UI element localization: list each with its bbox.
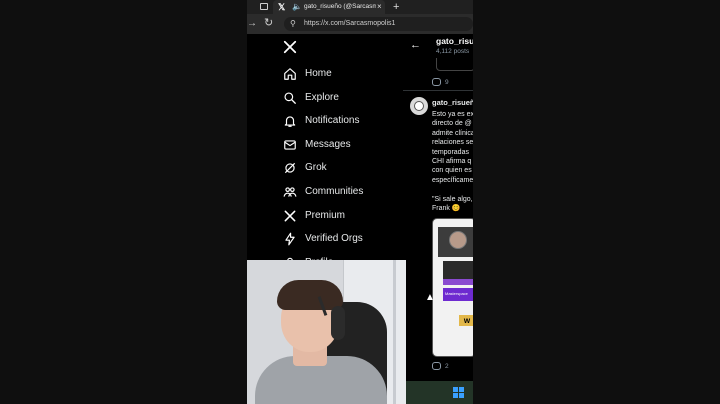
sidebar-item-label: Explore — [305, 92, 339, 103]
search-icon — [284, 92, 296, 104]
sidebar-item-label: Verified Orgs — [305, 233, 363, 244]
url-text: https://x.com/Sarcasmopolis1 — [304, 20, 396, 27]
sidebar-item-label: Premium — [305, 210, 346, 221]
bell-icon — [284, 116, 296, 127]
post-author[interactable]: gato_risueñ — [432, 98, 473, 107]
mouse-cursor-icon: ▲ — [425, 292, 435, 303]
browser-tab[interactable]: 𝕏 🔈 gato_risueño (@Sarcasmopolis1) × — [273, 0, 385, 14]
post-line: temporadas — [432, 148, 469, 156]
back-arrow-icon[interactable]: ← — [410, 39, 421, 51]
avatar[interactable] — [410, 97, 428, 115]
sidebar-item-communities[interactable]: Communities — [283, 183, 363, 201]
address-bar-row: → ↻ ⚲ https://x.com/Sarcasmopolis1 — [247, 14, 473, 35]
sidebar-item-label: Communities — [305, 186, 364, 197]
post-line: admite clínica — [432, 129, 473, 137]
profile-timeline: ← gato_risueñ 4,112 posts 9 gato_risueñ … — [403, 34, 473, 404]
webcam-background-detail — [393, 260, 396, 404]
reply-count: 2 — [445, 362, 449, 370]
post-media[interactable]: Masterspace w — [432, 218, 473, 357]
previous-post-media[interactable] — [436, 58, 473, 71]
post-divider — [403, 90, 473, 91]
sidebar-item-verified-orgs[interactable]: Verified Orgs — [283, 230, 363, 248]
url-field[interactable]: ⚲ https://x.com/Sarcasmopolis1 — [284, 17, 473, 31]
media-image — [443, 279, 473, 285]
close-tab-icon[interactable]: × — [377, 2, 382, 12]
screen-recording: 𝕏 🔈 gato_risueño (@Sarcasmopolis1) × + →… — [247, 0, 473, 404]
media-banner-text: Masterspace — [445, 291, 468, 296]
media-logo: w — [459, 315, 473, 326]
post-line: con quien es — [432, 167, 472, 175]
sidebar-item-notifications[interactable]: Notifications — [283, 112, 359, 130]
site-info-icon[interactable]: ⚲ — [290, 18, 296, 30]
streamer-hair — [277, 280, 343, 310]
post-line: específicame — [432, 176, 473, 184]
x-logo-icon[interactable] — [283, 40, 297, 54]
reload-icon[interactable]: ↻ — [264, 17, 273, 30]
headset-icon — [331, 306, 345, 340]
x-favicon-icon: 𝕏 — [278, 2, 286, 12]
post-line: "Si sale algo, — [432, 195, 473, 203]
tab-title: gato_risueño (@Sarcasmopolis1) — [304, 3, 376, 10]
tab-actions-icon[interactable] — [260, 3, 268, 10]
windows-start-icon[interactable] — [453, 387, 464, 398]
reply-count: 9 — [445, 78, 449, 86]
post-line — [432, 185, 473, 194]
lightning-icon — [285, 232, 295, 246]
people-icon — [283, 187, 297, 197]
previous-post-reply[interactable]: 9 — [432, 78, 449, 86]
profile-header: ← gato_risueñ 4,112 posts — [403, 34, 473, 58]
sidebar-item-home[interactable]: Home — [283, 65, 332, 83]
sidebar-item-premium[interactable]: Premium — [283, 207, 345, 225]
sidebar-item-messages[interactable]: Messages — [283, 136, 351, 154]
post-text: Esto ya es ex directo de @ admite clínic… — [432, 110, 473, 213]
post-count: 4,112 posts — [436, 48, 470, 55]
sidebar-item-label: Messages — [305, 139, 351, 150]
x-logo-icon — [284, 210, 296, 222]
sidebar-item-explore[interactable]: Explore — [283, 89, 339, 107]
post-reply[interactable]: 2 — [432, 362, 449, 370]
post-line: Frank 😊 — [432, 204, 461, 212]
sidebar-item-label: Home — [305, 68, 332, 79]
profile-name: gato_risueñ — [436, 36, 473, 46]
right-letterbox — [473, 0, 720, 404]
sidebar-item-label: Grok — [305, 162, 327, 173]
forward-arrow-icon[interactable]: → — [247, 18, 257, 30]
webcam-overlay — [247, 260, 406, 404]
speaker-icon[interactable]: 🔈 — [292, 2, 302, 12]
sidebar-item-label: Notifications — [305, 115, 360, 126]
post-line: CHI afirma q — [432, 157, 472, 165]
mail-icon — [284, 140, 296, 150]
home-icon — [284, 68, 296, 80]
grok-icon — [284, 162, 296, 174]
sidebar-item-grok[interactable]: Grok — [283, 159, 327, 177]
browser-tab-strip: 𝕏 🔈 gato_risueño (@Sarcasmopolis1) × + — [247, 0, 473, 14]
reply-icon — [432, 362, 441, 370]
media-profile-photo — [449, 231, 467, 249]
post-line: relaciones se — [432, 139, 473, 147]
post-line: Esto ya es ex — [432, 111, 473, 118]
new-tab-button[interactable]: + — [393, 1, 399, 13]
reply-icon — [432, 78, 441, 86]
windows-taskbar — [403, 381, 473, 404]
post-line: directo de @ — [432, 120, 472, 128]
left-letterbox — [0, 0, 247, 404]
